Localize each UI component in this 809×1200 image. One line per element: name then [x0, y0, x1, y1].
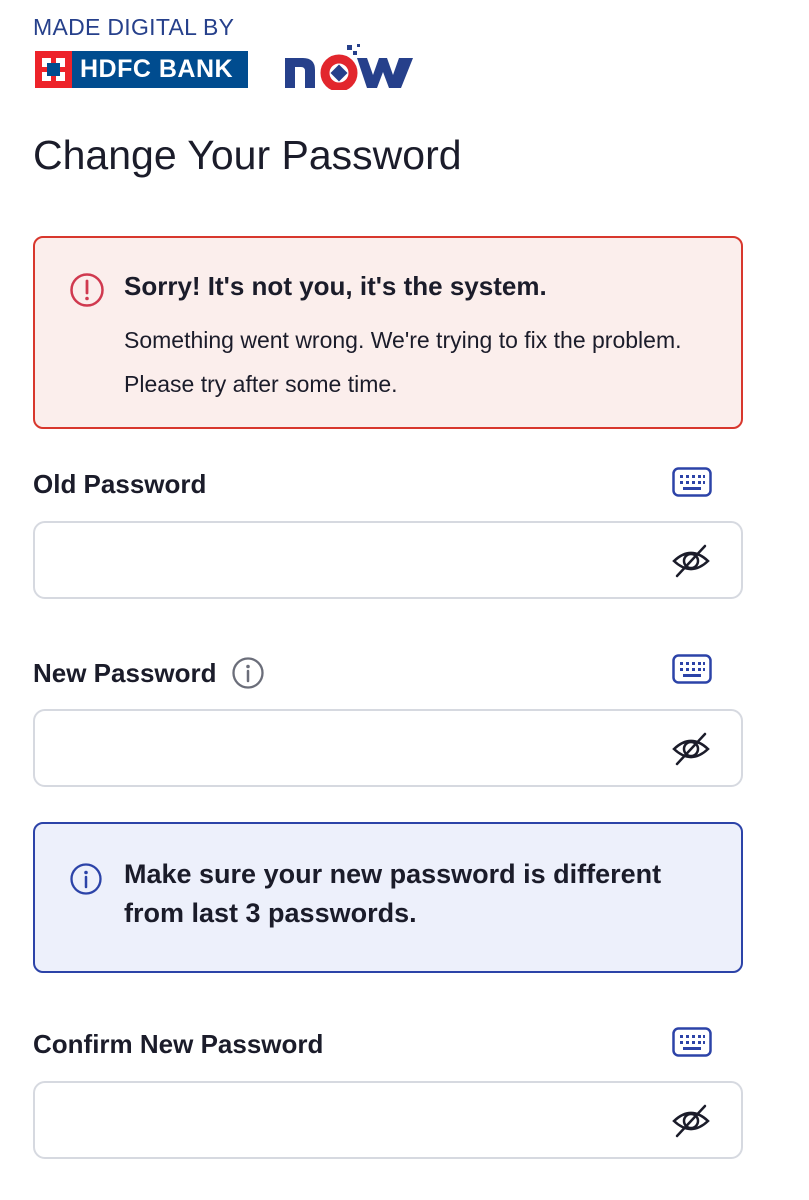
keyboard-icon[interactable]: [672, 654, 712, 684]
error-alert-message: Something went wrong. We're trying to fi…: [124, 327, 682, 397]
old-password-label-text: Old Password: [33, 469, 207, 499]
now-logo: [285, 44, 413, 90]
error-alert-heading: Sorry! It's not you, it's the system.: [124, 271, 547, 301]
new-password-label: New Password: [33, 656, 265, 690]
hdfc-bank-name: HDFC BANK: [72, 51, 248, 88]
info-circle-icon: [70, 863, 102, 895]
keyboard-icon[interactable]: [672, 467, 712, 497]
confirm-password-label: Confirm New Password: [33, 1029, 323, 1060]
eye-slash-icon[interactable]: [671, 729, 711, 769]
info-circle-icon[interactable]: [231, 656, 265, 690]
exclamation-circle-icon: [70, 273, 104, 307]
eye-slash-icon[interactable]: [671, 1101, 711, 1141]
confirm-password-label-text: Confirm New Password: [33, 1029, 324, 1059]
new-password-input[interactable]: [53, 711, 657, 787]
error-alert: Sorry! It's not you, it's the system. So…: [33, 236, 743, 429]
info-alert-message: Make sure your new password is different…: [124, 859, 662, 928]
old-password-input[interactable]: [53, 523, 657, 599]
old-password-field[interactable]: [33, 521, 743, 599]
hdfc-bank-logo: HDFC BANK: [35, 51, 248, 88]
confirm-password-field[interactable]: [33, 1081, 743, 1159]
page-title: Change Your Password: [33, 132, 462, 178]
hdfc-mark-icon: [35, 51, 72, 88]
made-digital-by-text: MADE DIGITAL BY: [33, 14, 235, 40]
new-password-field[interactable]: [33, 709, 743, 787]
keyboard-icon[interactable]: [672, 1027, 712, 1057]
new-password-label-text: New Password: [33, 657, 217, 688]
password-history-info-alert: Make sure your new password is different…: [33, 822, 743, 973]
eye-slash-icon[interactable]: [671, 541, 711, 581]
old-password-label: Old Password: [33, 469, 206, 500]
confirm-password-input[interactable]: [53, 1083, 657, 1159]
